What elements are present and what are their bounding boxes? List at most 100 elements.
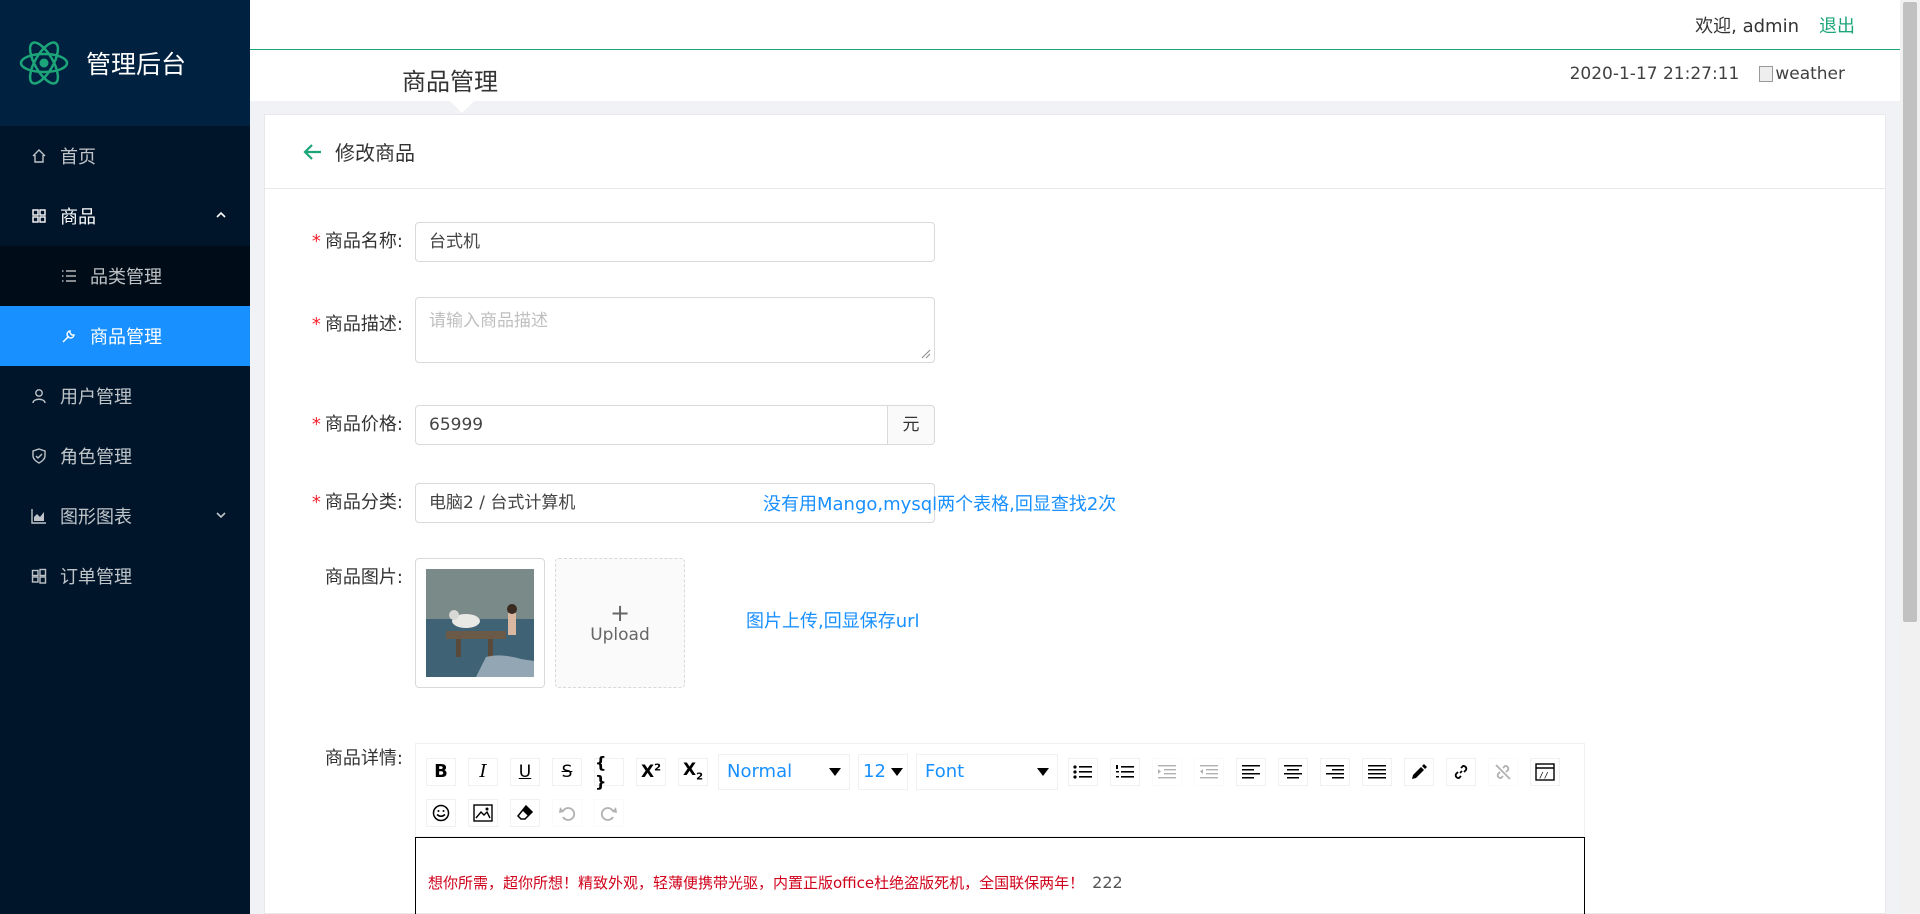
indent-button[interactable] [1152, 757, 1182, 786]
form-row-price: * 商品价格: 65999 元 [265, 405, 935, 445]
undo-button[interactable] [552, 798, 582, 827]
sidebar-item-label: 首页 [60, 147, 96, 168]
sidebar-item-label: 商品管理 [90, 327, 162, 348]
arrow-left-icon[interactable] [301, 140, 325, 164]
logo-area[interactable]: 管理后台 [0, 0, 250, 126]
card-title: 修改商品 [335, 141, 415, 165]
unordered-list-button[interactable] [1068, 757, 1098, 786]
font-family-dropdown[interactable]: Font [916, 753, 1058, 790]
caret-down-icon [1037, 767, 1049, 776]
sidebar-item-category-mgmt[interactable]: 品类管理 [0, 246, 250, 306]
bars-icon [60, 267, 78, 285]
sidebar-item-label: 角色管理 [60, 447, 132, 468]
required-mark: * [311, 492, 321, 513]
sidebar-item-order-mgmt[interactable]: 订单管理 [0, 546, 250, 606]
bold-button[interactable]: B [426, 757, 456, 786]
superscript-button[interactable]: X2 [636, 757, 666, 786]
ordered-list-icon [1116, 764, 1134, 778]
underline-button[interactable]: U [510, 757, 540, 786]
align-right-button[interactable] [1320, 757, 1350, 786]
block-type-dropdown[interactable]: Normal [718, 753, 850, 790]
price-unit-addon: 元 [888, 405, 935, 445]
sidebar-item-label: 品类管理 [90, 267, 162, 288]
welcome-text: 欢迎, admin [1695, 15, 1799, 37]
editor-content[interactable]: 想你所需，超你所想！精致外观，轻薄便携带光驱，内置正版office杜绝盗版死机，… [415, 837, 1585, 914]
sidebar-item-label: 订单管理 [60, 567, 132, 588]
code-button[interactable]: { } [594, 753, 624, 791]
chevron-down-icon [216, 512, 226, 519]
align-center-icon [1284, 764, 1302, 778]
windows-icon [30, 567, 48, 585]
link-button[interactable] [1446, 757, 1476, 786]
image-button[interactable] [468, 798, 498, 827]
form-row-name: * 商品名称: 台式机 [265, 222, 935, 262]
sidebar: 管理后台 首页 商品 品类管理 商品管理 用户管理 角色管理 图形图表 订单管理 [0, 0, 250, 914]
editor-toolbar: B I U S { } X2 X2 Normal 12 Font //_ [415, 743, 1585, 837]
unlink-button[interactable] [1488, 757, 1518, 786]
label-text: 商品价格: [324, 414, 403, 435]
caret-down-icon [891, 767, 903, 776]
sidebar-item-product-mgmt[interactable]: 商品管理 [0, 306, 250, 366]
category-note: 没有用Mango,mysql两个表格,回显查找2次 [763, 494, 1117, 515]
link-icon [1454, 764, 1468, 779]
embed-button[interactable]: //_ [1530, 757, 1560, 786]
edit-product-card: 修改商品 * 商品名称: 台式机 * 商品描述: 请输入商品描述 * 商品价格: 65… [264, 114, 1886, 914]
label-text: 商品分类: [324, 492, 403, 513]
broken-image-icon [1759, 66, 1774, 82]
eraser-button[interactable] [510, 798, 540, 827]
required-mark: * [311, 414, 321, 435]
page-scrollbar[interactable] [1900, 0, 1920, 914]
strikethrough-button[interactable]: S [552, 757, 582, 786]
app-title: 管理后台 [86, 50, 187, 79]
eyedropper-icon [1412, 763, 1427, 779]
font-family-value: Font [925, 761, 965, 782]
uploaded-image-card[interactable] [415, 558, 545, 688]
price-input-group: 65999 元 [415, 405, 935, 445]
price-input[interactable]: 65999 [415, 405, 888, 445]
product-photo [426, 569, 534, 677]
desc-label: * 商品描述: [265, 297, 415, 353]
emoji-button[interactable] [426, 798, 456, 827]
sidebar-item-role-mgmt[interactable]: 角色管理 [0, 426, 250, 486]
upload-button[interactable]: + Upload [555, 558, 685, 688]
chevron-up-icon [216, 211, 226, 218]
font-size-dropdown[interactable]: 12 [858, 753, 908, 790]
italic-button[interactable]: I [468, 757, 498, 786]
outdent-icon [1200, 764, 1218, 778]
caret-down-icon [829, 767, 841, 776]
image-icon [473, 803, 493, 822]
editor-content-text: 想你所需，超你所想！精致外观，轻薄便携带光驱，内置正版office杜绝盗版死机，… [428, 874, 1085, 892]
logout-link[interactable]: 退出 [1819, 12, 1855, 38]
color-picker-button[interactable] [1404, 757, 1434, 786]
resize-handle-icon[interactable] [921, 349, 931, 359]
sidebar-item-charts[interactable]: 图形图表 [0, 486, 250, 546]
sidebar-item-home[interactable]: 首页 [0, 126, 250, 186]
sidebar-item-products[interactable]: 商品 [0, 186, 250, 246]
subscript-button[interactable]: X2 [678, 757, 708, 786]
plus-icon: + [609, 599, 631, 627]
required-mark: * [311, 314, 321, 335]
sidebar-item-user-mgmt[interactable]: 用户管理 [0, 366, 250, 426]
desc-textarea[interactable]: 请输入商品描述 [415, 297, 935, 363]
justify-button[interactable] [1362, 757, 1392, 786]
user-icon [30, 387, 48, 405]
align-left-icon [1242, 764, 1260, 778]
scrollbar-thumb[interactable] [1903, 2, 1917, 622]
category-label: * 商品分类: [265, 483, 415, 523]
outdent-button[interactable] [1194, 757, 1224, 786]
align-center-button[interactable] [1278, 757, 1308, 786]
redo-button[interactable] [594, 798, 624, 827]
price-label: * 商品价格: [265, 405, 415, 445]
ordered-list-button[interactable] [1110, 757, 1140, 786]
safety-icon [30, 447, 48, 465]
weather-alt-text: weather [1775, 64, 1845, 84]
block-type-value: Normal [727, 761, 793, 782]
name-input[interactable]: 台式机 [415, 222, 935, 262]
tool-icon [60, 327, 78, 345]
label-text: 商品名称: [324, 231, 403, 252]
form-row-detail: 商品详情: B I U S { } X2 X2 Normal 12 Font /… [265, 743, 1585, 914]
emoji-icon [432, 804, 450, 821]
align-left-button[interactable] [1236, 757, 1266, 786]
header: 欢迎, admin 退出 商品管理 2020-1-17 21:27:11 wea… [250, 0, 1900, 113]
detail-label: 商品详情: [324, 748, 403, 769]
